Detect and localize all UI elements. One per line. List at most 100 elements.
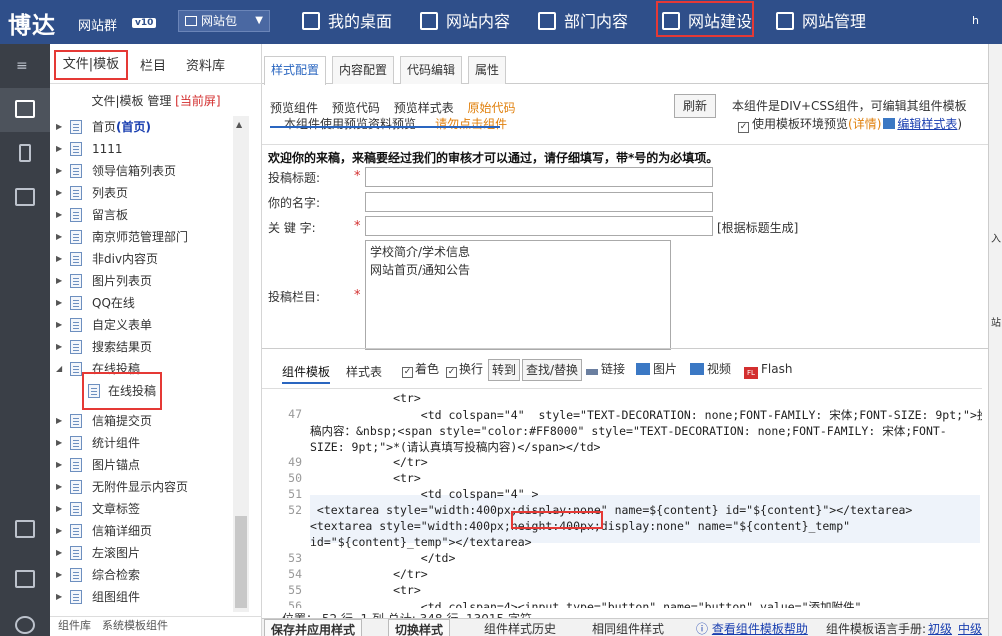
nav-site-content[interactable]: 网站内容 bbox=[420, 0, 510, 44]
tab-style-config[interactable]: 样式配置 bbox=[264, 56, 327, 85]
use-env-checkbox[interactable]: ✓ bbox=[738, 122, 749, 133]
wrap-toggle[interactable]: ✓ 换行 bbox=[446, 359, 483, 381]
switch-style-button[interactable]: 切换样式 bbox=[388, 619, 451, 636]
nav-site-build[interactable]: 网站建设 bbox=[656, 0, 754, 44]
component-library-bar[interactable]: 组件库 系统模板组件 bbox=[50, 616, 262, 636]
insert-flash-button[interactable]: FL Flash bbox=[744, 359, 792, 381]
insert-video-button[interactable]: 视频 bbox=[690, 359, 731, 381]
rail-desktop[interactable] bbox=[0, 88, 50, 132]
code-line[interactable]: 稿内容：&nbsp;<span style="color:#FF8000" st… bbox=[310, 423, 947, 439]
expand-arrow-icon[interactable]: ▶ bbox=[56, 476, 62, 498]
expand-arrow-icon[interactable]: ▶ bbox=[56, 160, 62, 182]
nav-dept-content[interactable]: 部门内容 bbox=[538, 0, 628, 44]
expand-arrow-icon[interactable]: ▶ bbox=[56, 498, 62, 520]
site-package-dropdown[interactable]: 网站包 ▼ bbox=[178, 10, 270, 32]
expand-arrow-icon[interactable]: ▶ bbox=[56, 586, 62, 608]
tab-component-template[interactable]: 组件模板 bbox=[282, 363, 331, 384]
code-line[interactable]: id="${content}_temp"></textarea> bbox=[310, 535, 532, 549]
raw-code-tab[interactable]: 原始代码 bbox=[468, 101, 516, 115]
color-label: 着色 bbox=[415, 362, 440, 376]
code-line[interactable]: <tr> bbox=[310, 391, 421, 405]
code-line[interactable]: <td colspan="4" > bbox=[310, 487, 539, 501]
manual-basic-link[interactable]: 初级 bbox=[928, 619, 952, 636]
help-link[interactable]: ⓘ 查看组件模板帮助 bbox=[696, 619, 808, 636]
expand-arrow-icon[interactable]: ▶ bbox=[56, 410, 62, 432]
preview-code-tab[interactable]: 预览代码 bbox=[332, 101, 380, 115]
menu-toggle[interactable]: ≡ bbox=[0, 44, 50, 88]
expand-arrow-icon[interactable]: ▶ bbox=[56, 204, 62, 226]
tab-code-edit[interactable]: 代码编辑 bbox=[400, 56, 463, 84]
code-line[interactable]: </tr> bbox=[310, 455, 428, 469]
insert-link-button[interactable]: 链接 bbox=[586, 359, 625, 381]
rail-export[interactable] bbox=[0, 558, 50, 602]
expand-arrow-icon[interactable]: ▶ bbox=[56, 292, 62, 314]
scroll-thumb[interactable] bbox=[235, 516, 247, 608]
expand-arrow-icon[interactable]: ▶ bbox=[56, 564, 62, 586]
keywords-input[interactable] bbox=[365, 216, 713, 236]
code-line[interactable]: </tr> bbox=[310, 567, 428, 581]
code-line[interactable]: <td colspan=4><input type="button" name=… bbox=[310, 599, 862, 608]
rail-globe[interactable] bbox=[0, 604, 50, 636]
code-line[interactable]: SIZE: 9pt;">*(请认真填写投稿内容)</span></td> bbox=[310, 439, 600, 455]
export-icon bbox=[15, 570, 35, 588]
tree-scrollbar[interactable]: ▲ bbox=[233, 116, 249, 612]
rail-mobile[interactable] bbox=[0, 132, 50, 176]
refresh-button[interactable]: 刷新 bbox=[674, 94, 716, 118]
expand-arrow-icon[interactable]: ▶ bbox=[56, 182, 62, 204]
wrap-checkbox[interactable]: ✓ bbox=[446, 367, 457, 378]
color-toggle[interactable]: ✓ 着色 bbox=[402, 359, 439, 381]
expand-arrow-icon[interactable]: ▶ bbox=[56, 226, 62, 248]
manual-intermediate-link[interactable]: 中级 bbox=[958, 619, 982, 636]
expand-arrow-icon[interactable]: ▶ bbox=[56, 336, 62, 358]
same-style-button[interactable]: 相同组件样式 bbox=[592, 619, 664, 636]
scroll-up-icon[interactable]: ▲ bbox=[236, 120, 242, 129]
rail-search[interactable] bbox=[0, 508, 50, 552]
title-input[interactable] bbox=[365, 167, 713, 187]
expand-arrow-icon[interactable]: ◢ bbox=[56, 358, 62, 380]
expand-arrow-icon[interactable]: ▶ bbox=[56, 248, 62, 270]
tab-properties[interactable]: 属性 bbox=[468, 56, 507, 84]
nav-my-desktop[interactable]: 我的桌面 bbox=[302, 0, 392, 44]
code-line[interactable]: <tr> bbox=[310, 471, 421, 485]
tree-node-label: 无附件显示内容页 bbox=[92, 480, 189, 494]
rail-tablet[interactable] bbox=[0, 176, 50, 220]
tab-columns[interactable]: 栏目 bbox=[140, 55, 166, 74]
expand-arrow-icon[interactable]: ▶ bbox=[56, 520, 62, 542]
preview-stylesheet-tab[interactable]: 预览样式表 bbox=[394, 101, 454, 115]
list-item[interactable]: 网站首页/通知公告 bbox=[370, 261, 666, 279]
expand-arrow-icon[interactable]: ▶ bbox=[56, 116, 62, 138]
find-replace-button[interactable]: 查找/替换 bbox=[522, 359, 583, 381]
expand-arrow-icon[interactable]: ▶ bbox=[56, 314, 62, 336]
column-list[interactable]: 学校简介/学术信息 网站首页/通知公告 bbox=[365, 240, 671, 350]
code-line[interactable]: </td> bbox=[310, 551, 456, 565]
hamburger-icon: ≡ bbox=[16, 58, 28, 74]
goto-button[interactable]: 转到 bbox=[488, 359, 521, 381]
nav-site-manage[interactable]: 网站管理 bbox=[776, 0, 866, 44]
tab-content-config[interactable]: 内容配置 bbox=[332, 56, 395, 84]
preview-component-tab[interactable]: 预览组件 bbox=[270, 101, 318, 115]
user-menu[interactable]: h bbox=[972, 14, 979, 27]
current-screen-link[interactable]: [当前屏] bbox=[175, 94, 220, 108]
code-editor[interactable]: 47 49 50 51 52 53 54 55 56 <tr> <td colspan="4" … bbox=[262, 388, 982, 608]
expand-arrow-icon[interactable]: ▶ bbox=[56, 542, 62, 564]
insert-image-button[interactable]: 图片 bbox=[636, 359, 677, 381]
name-input[interactable] bbox=[365, 192, 713, 212]
code-line[interactable]: <tr> bbox=[310, 583, 421, 597]
tab-library[interactable]: 资料库 bbox=[186, 55, 225, 74]
list-item[interactable]: 学校简介/学术信息 bbox=[370, 243, 666, 261]
edit-stylesheet-link[interactable]: 编辑样式表 bbox=[897, 117, 957, 131]
color-checkbox[interactable]: ✓ bbox=[402, 367, 413, 378]
code-line[interactable]: <td colspan="4" style="TEXT-DECORATION: … bbox=[310, 407, 982, 423]
expand-arrow-icon[interactable]: ▶ bbox=[56, 432, 62, 454]
right-collapsed-panel[interactable]: 入 站 bbox=[988, 44, 1002, 636]
save-apply-button[interactable]: 保存并应用样式 bbox=[264, 619, 363, 636]
expand-arrow-icon[interactable]: ▶ bbox=[56, 608, 62, 612]
code-line[interactable]: <textarea style="width:400px;display:non… bbox=[310, 503, 912, 517]
tab-stylesheet[interactable]: 样式表 bbox=[346, 363, 382, 380]
tab-files-templates[interactable]: 文件|模板 bbox=[54, 50, 128, 80]
expand-arrow-icon[interactable]: ▶ bbox=[56, 270, 62, 292]
detail-link[interactable]: (详情) bbox=[848, 117, 881, 131]
expand-arrow-icon[interactable]: ▶ bbox=[56, 454, 62, 476]
expand-arrow-icon[interactable]: ▶ bbox=[56, 138, 62, 160]
style-history-button[interactable]: 组件样式历史 bbox=[484, 619, 556, 636]
